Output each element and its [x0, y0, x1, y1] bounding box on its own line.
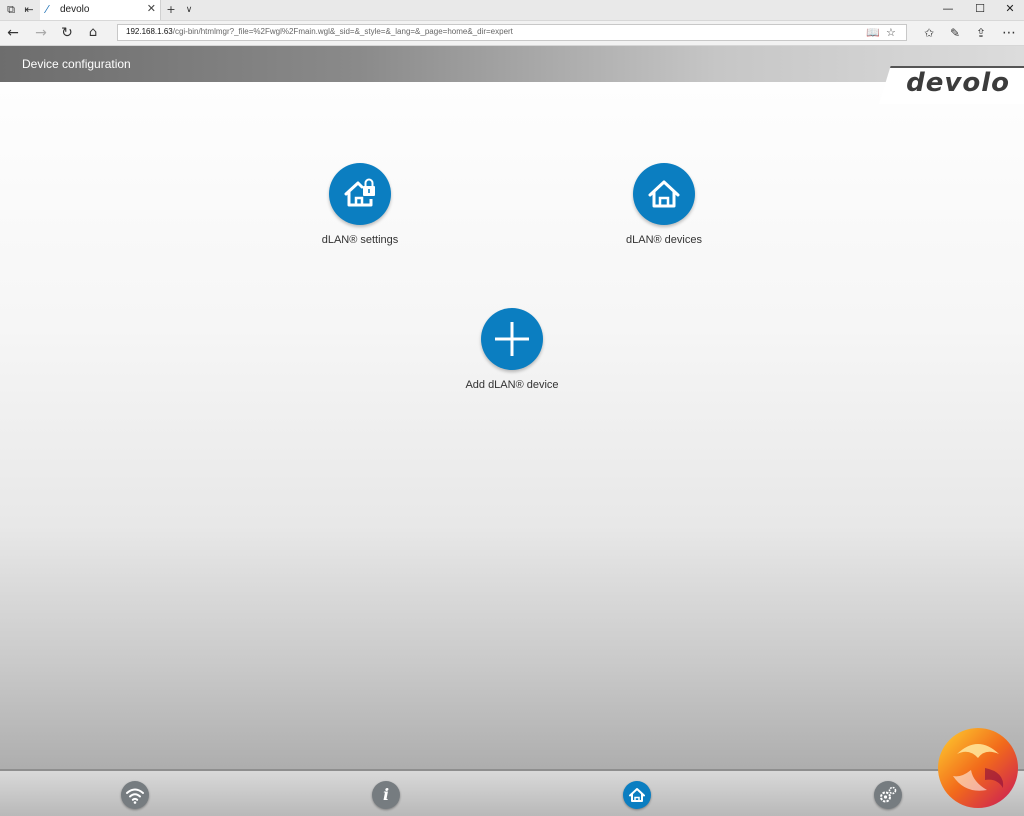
back-arrow-icon[interactable]: ←	[4, 24, 22, 42]
footer-bar: i	[0, 769, 1024, 816]
tab-title: devolo	[60, 4, 90, 15]
page-header: Device configuration	[0, 46, 1024, 82]
close-window-icon[interactable]: ✕	[1000, 2, 1020, 15]
site-watermark-logo	[938, 728, 1018, 808]
gear-icon[interactable]	[874, 781, 902, 809]
tile-label: dLAN® settings	[321, 234, 399, 246]
tab-list-chevron-icon[interactable]: ∨	[182, 3, 196, 17]
tile-label: Add dLAN® device	[465, 379, 559, 391]
info-icon[interactable]: i	[372, 781, 400, 809]
tab-preview-icon[interactable]: ⧉	[4, 3, 18, 17]
browser-tab[interactable]: ⁄ devolo ✕	[40, 0, 161, 20]
maximize-icon[interactable]: ☐	[970, 2, 990, 15]
tile-label: dLAN® devices	[626, 234, 702, 246]
page-content: Device configuration devolo dLAN® settin…	[0, 46, 1024, 816]
web-note-pen-icon[interactable]: ✎	[946, 24, 964, 42]
browser-titlebar: ⧉ ⇤ ⁄ devolo ✕ + ∨ — ☐ ✕	[0, 0, 1024, 21]
info-glyph: i	[382, 785, 390, 804]
devolo-favicon-icon: ⁄	[46, 3, 48, 16]
tile-dlan-devices[interactable]: dLAN® devices	[594, 163, 734, 246]
devolo-logo: devolo	[906, 68, 1010, 98]
favorite-star-icon[interactable]: ☆	[886, 26, 896, 39]
more-menu-icon[interactable]: ⋯	[1000, 24, 1018, 42]
home-lock-icon[interactable]	[329, 163, 391, 225]
address-url: 192.168.1.63/cgi-bin/htmlmgr?_file=%2Fwg…	[126, 27, 513, 36]
home-icon[interactable]	[623, 781, 651, 809]
refresh-icon[interactable]: ↻	[58, 24, 76, 42]
tile-dlan-settings[interactable]: dLAN® settings	[290, 163, 430, 246]
tab-close-icon[interactable]: ✕	[147, 2, 156, 15]
set-tabs-aside-icon[interactable]: ⇤	[22, 3, 36, 17]
home-icon[interactable]	[633, 163, 695, 225]
wifi-icon[interactable]	[121, 781, 149, 809]
home-nav-icon[interactable]: ⌂	[84, 24, 102, 42]
new-tab-icon[interactable]: +	[164, 3, 178, 17]
minimize-icon[interactable]: —	[938, 2, 958, 15]
tile-add-dlan-device[interactable]: Add dLAN® device	[442, 308, 582, 391]
page-title: Device configuration	[22, 57, 131, 71]
address-bar[interactable]: 192.168.1.63/cgi-bin/htmlmgr?_file=%2Fwg…	[117, 24, 907, 41]
favorites-hub-icon[interactable]: ✩	[920, 24, 938, 42]
plus-icon[interactable]	[481, 308, 543, 370]
reading-view-icon[interactable]: 📖	[866, 26, 880, 39]
browser-navbar: ← → ↻ ⌂ 192.168.1.63/cgi-bin/htmlmgr?_fi…	[0, 21, 1024, 46]
forward-arrow-icon[interactable]: →	[32, 24, 50, 42]
share-icon[interactable]: ⇪	[972, 24, 990, 42]
